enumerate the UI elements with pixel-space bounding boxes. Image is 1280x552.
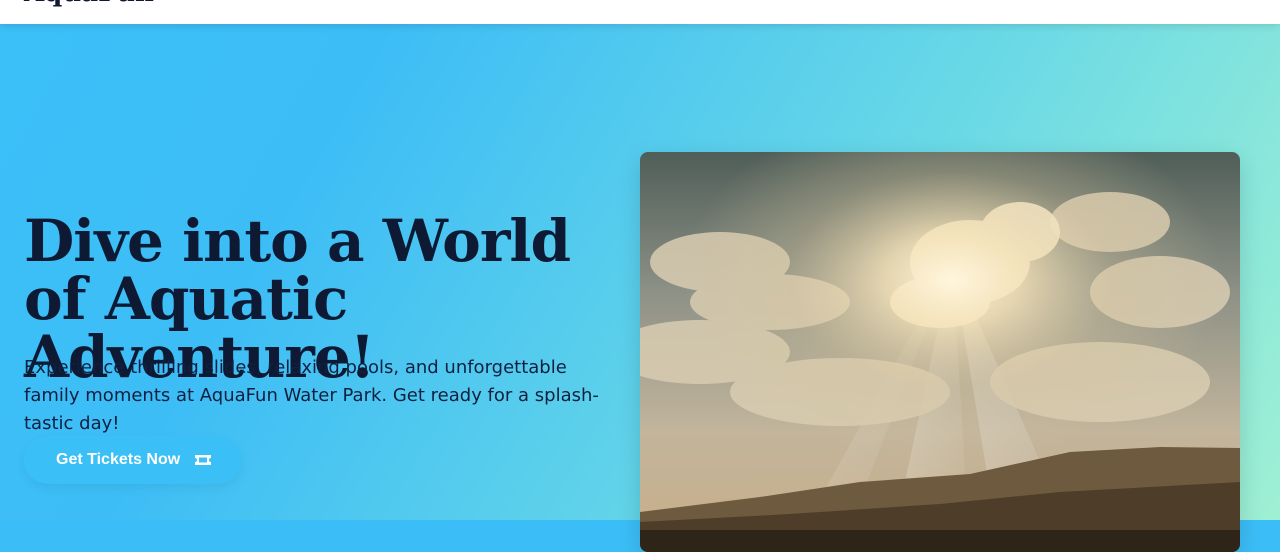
ticket-icon: [194, 453, 212, 467]
hero-image: [640, 152, 1240, 552]
hero-section: Dive into a World of Aquatic Adventure! …: [0, 24, 1280, 552]
hero-subtitle: Experience thrilling slides, relaxing po…: [24, 357, 599, 434]
logo[interactable]: AquaFun: [24, 0, 154, 8]
site-header: AquaFun: [0, 0, 1280, 24]
get-tickets-button[interactable]: Get Tickets Now: [24, 436, 242, 484]
get-tickets-label: Get Tickets Now: [56, 451, 181, 468]
